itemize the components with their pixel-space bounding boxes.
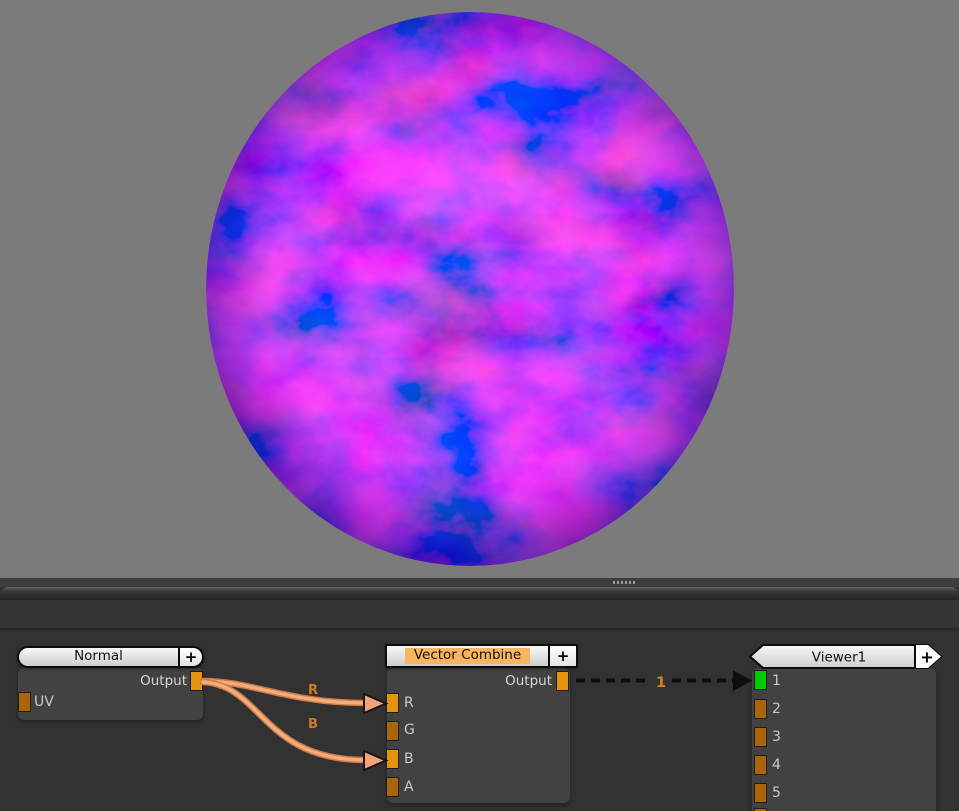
vector-combine-input-label-r: R bbox=[404, 695, 414, 711]
normal-output-port[interactable] bbox=[190, 671, 203, 691]
vector-combine-input-label-a: A bbox=[404, 779, 414, 795]
node-viewer1-add-button[interactable]: + bbox=[920, 648, 933, 667]
pane-splitter[interactable] bbox=[0, 578, 959, 587]
vector-combine-input-port-g[interactable] bbox=[386, 721, 399, 741]
normal-map-sphere-preview bbox=[0, 0, 959, 578]
viewer1-input-port-1[interactable] bbox=[754, 670, 767, 690]
viewer1-input-port-3[interactable] bbox=[754, 727, 767, 747]
vector-combine-input-label-g: G bbox=[404, 722, 415, 738]
3d-preview-viewport[interactable] bbox=[0, 0, 959, 578]
node-vector-combine-add-button[interactable]: + bbox=[550, 646, 576, 666]
viewer1-input-label-2: 2 bbox=[772, 701, 781, 717]
normal-output-port-label: Output bbox=[60, 673, 187, 689]
node-viewer1-header[interactable]: Viewer1 + bbox=[748, 643, 944, 670]
graph-toolbar-area bbox=[0, 600, 959, 628]
node-panel-top-bar bbox=[0, 587, 959, 600]
viewer1-input-port-2[interactable] bbox=[754, 699, 767, 719]
node-viewer1-title: Viewer1 bbox=[812, 650, 866, 666]
node-normal-header[interactable]: Normal + bbox=[17, 646, 204, 668]
material-editor-window: Normal + Output UV Vector Combine + Outp… bbox=[0, 0, 959, 811]
vector-combine-output-port[interactable] bbox=[556, 671, 569, 691]
node-normal-title: Normal bbox=[19, 648, 178, 666]
normal-uv-input-port[interactable] bbox=[18, 692, 31, 712]
vector-combine-input-port-b[interactable] bbox=[386, 749, 399, 769]
viewer1-input-port-5[interactable] bbox=[754, 783, 767, 803]
node-normal-add-button[interactable]: + bbox=[180, 648, 202, 666]
vector-combine-input-port-a[interactable] bbox=[386, 777, 399, 797]
sphere-rim-shading bbox=[206, 12, 734, 566]
viewer1-input-port-4[interactable] bbox=[754, 755, 767, 775]
node-vector-combine-header[interactable]: Vector Combine + bbox=[385, 644, 578, 668]
viewer1-input-label-3: 3 bbox=[772, 729, 781, 745]
normal-uv-port-label: UV bbox=[34, 694, 54, 710]
splitter-drag-handle-icon[interactable] bbox=[613, 581, 635, 584]
vector-combine-output-port-label: Output bbox=[420, 673, 552, 689]
viewer1-input-label-1: 1 bbox=[772, 673, 781, 689]
viewer1-input-label-5: 5 bbox=[772, 785, 781, 801]
node-vector-combine-title-area: Vector Combine bbox=[387, 646, 548, 666]
node-vector-combine-title: Vector Combine bbox=[405, 648, 530, 664]
viewer1-input-label-4: 4 bbox=[772, 757, 781, 773]
vector-combine-input-port-r[interactable] bbox=[386, 693, 399, 713]
vector-combine-input-label-b: B bbox=[404, 751, 414, 767]
